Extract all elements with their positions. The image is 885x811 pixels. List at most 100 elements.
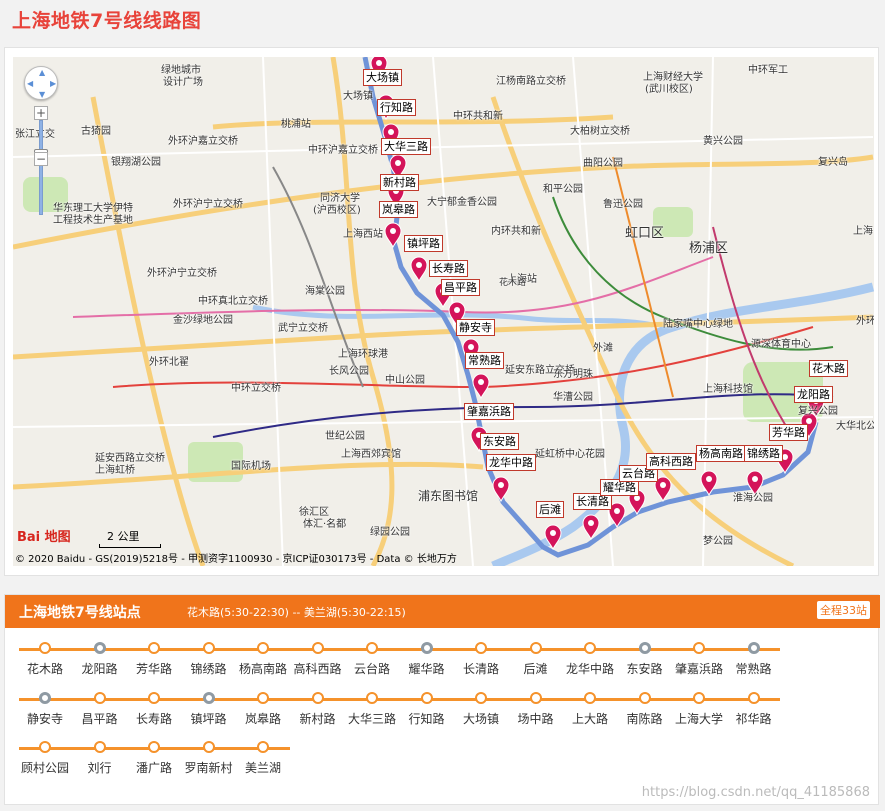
station-item[interactable]: 祁华路 xyxy=(724,692,784,727)
station-item[interactable]: 新村路 xyxy=(288,692,348,727)
station-label-longyanglu[interactable]: 龙阳路 xyxy=(794,386,833,403)
place-label: 上海虹桥 xyxy=(95,465,135,476)
place-label: (沪西校区) xyxy=(313,205,361,216)
station-dot-icon xyxy=(529,642,542,654)
station-marker-icon[interactable] xyxy=(582,514,600,541)
pan-up-icon[interactable]: ▲ xyxy=(39,68,45,77)
station-label-langaolu[interactable]: 岚皋路 xyxy=(379,201,418,218)
station-name: 云台路 xyxy=(353,662,390,676)
station-name: 长寿路 xyxy=(135,712,172,726)
station-marker-icon[interactable] xyxy=(384,222,402,249)
place-label: 古猗园 xyxy=(81,126,111,137)
station-dot-icon xyxy=(148,741,160,753)
place-label: 华漕公园 xyxy=(553,392,593,403)
stations-header: 上海地铁7号线站点 花木路(5:30-22:30) -- 美兰湖(5:30-22… xyxy=(5,595,880,628)
zoom-out-button[interactable]: − xyxy=(34,152,48,166)
station-label-changshulu[interactable]: 常熟路 xyxy=(465,352,504,369)
station-label-donganlu[interactable]: 东安路 xyxy=(480,433,519,450)
place-label: 梦公园 xyxy=(703,536,733,547)
station-item[interactable]: 昌平路 xyxy=(70,692,130,727)
station-item[interactable]: 高科西路 xyxy=(288,642,348,677)
station-label-dahuasanlu[interactable]: 大华三路 xyxy=(381,138,431,155)
place-label: 大宁郁金香公园 xyxy=(427,197,497,208)
pan-left-icon[interactable]: ◀ xyxy=(27,79,33,88)
station-item[interactable]: 刘行 xyxy=(70,741,130,776)
station-item[interactable]: 顾村公园 xyxy=(15,741,75,776)
station-name: 潘广路 xyxy=(135,761,172,775)
station-item[interactable]: 上大路 xyxy=(560,692,620,727)
place-label: 金沙绿地公园 xyxy=(173,315,233,326)
station-label-changshoulu[interactable]: 长寿路 xyxy=(429,260,468,277)
station-marker-dot xyxy=(478,379,484,385)
pan-right-icon[interactable]: ▶ xyxy=(50,79,56,88)
pan-control[interactable]: ▲ ▼ ◀ ▶ xyxy=(24,66,58,100)
station-name: 常熟路 xyxy=(735,662,772,676)
station-item[interactable]: 南陈路 xyxy=(615,692,675,727)
station-dot-icon xyxy=(475,692,487,704)
station-label-houtan[interactable]: 后滩 xyxy=(536,501,564,518)
station-item[interactable]: 后滩 xyxy=(506,642,566,677)
station-item[interactable]: 岚皋路 xyxy=(233,692,293,727)
station-item[interactable]: 肇嘉浜路 xyxy=(669,642,729,677)
place-label: 大场镇 xyxy=(343,91,373,102)
station-label-huamulu[interactable]: 花木路 xyxy=(809,360,848,377)
station-item[interactable]: 长寿路 xyxy=(124,692,184,727)
station-item[interactable]: 静安寺 xyxy=(15,692,75,727)
station-label-jinxiulu[interactable]: 锦绣路 xyxy=(744,445,783,462)
station-label-dachangzhen[interactable]: 大场镇 xyxy=(363,69,402,86)
station-marker-dot xyxy=(498,482,504,488)
zoom-slider[interactable] xyxy=(39,120,43,215)
station-label-gaokexilu[interactable]: 高科西路 xyxy=(646,453,696,470)
station-item[interactable]: 耀华路 xyxy=(397,642,457,677)
station-item[interactable]: 场中路 xyxy=(506,692,566,727)
station-label-xincunlu[interactable]: 新村路 xyxy=(380,174,419,191)
map-view[interactable]: 绿地城市 设计广场 大场镇 江杨南路立交桥 上海财经大学 (武川校区) 中环军工… xyxy=(13,57,874,566)
station-item[interactable]: 杨高南路 xyxy=(233,642,293,677)
station-label-zhenpinglu[interactable]: 镇坪路 xyxy=(404,235,443,252)
station-item[interactable]: 龙阳路 xyxy=(70,642,130,677)
station-item[interactable]: 东安路 xyxy=(615,642,675,677)
station-name: 静安寺 xyxy=(26,712,63,726)
place-label: 中环真北立交桥 xyxy=(198,296,268,307)
station-label-yanggaonanlu[interactable]: 杨高南路 xyxy=(696,445,746,462)
station-item[interactable]: 大场镇 xyxy=(451,692,511,727)
scale-bar xyxy=(99,544,161,548)
station-item[interactable]: 龙华中路 xyxy=(560,642,620,677)
zoom-in-button[interactable]: + xyxy=(34,106,48,120)
place-label: 中环沪嘉立交桥 xyxy=(308,145,378,156)
station-name: 花木路 xyxy=(26,662,63,676)
station-item[interactable]: 芳华路 xyxy=(124,642,184,677)
station-item[interactable]: 大华三路 xyxy=(342,692,402,727)
station-item[interactable]: 美兰湖 xyxy=(233,741,293,776)
station-label-longhuazhonglu[interactable]: 龙华中路 xyxy=(486,454,536,471)
station-item[interactable]: 云台路 xyxy=(342,642,402,677)
station-label-fanghualu[interactable]: 芳华路 xyxy=(769,424,808,441)
station-label-xingzhilu[interactable]: 行知路 xyxy=(377,99,416,116)
station-item[interactable]: 锦绣路 xyxy=(179,642,239,677)
transfer-station-icon xyxy=(93,642,106,654)
station-item[interactable]: 潘广路 xyxy=(124,741,184,776)
station-item[interactable]: 上海大学 xyxy=(669,692,729,727)
station-marker-icon[interactable] xyxy=(492,476,510,503)
station-dot-icon xyxy=(257,642,269,654)
station-label-jingansi[interactable]: 静安寺 xyxy=(456,319,495,336)
place-label: 陆家嘴中心绿地 xyxy=(663,319,733,330)
station-item[interactable]: 行知路 xyxy=(397,692,457,727)
place-label: 大华北公园 xyxy=(836,421,874,432)
station-item[interactable]: 长清路 xyxy=(451,642,511,677)
station-item[interactable]: 罗南新村 xyxy=(179,741,239,776)
station-item[interactable]: 镇坪路 xyxy=(179,692,239,727)
service-hours: 花木路(5:30-22:30) -- 美兰湖(5:30-22:15) xyxy=(187,606,406,619)
station-dot-icon xyxy=(257,692,269,704)
place-label: 长风公园 xyxy=(329,366,369,377)
station-label-changpinglu[interactable]: 昌平路 xyxy=(441,279,480,296)
watermark: https://blog.csdn.net/qq_41185868 xyxy=(641,785,870,800)
station-dot-icon xyxy=(475,642,487,654)
station-label-zhaojiabanglu[interactable]: 肇嘉浜路 xyxy=(464,403,514,420)
pan-down-icon[interactable]: ▼ xyxy=(39,90,45,99)
station-item[interactable]: 常熟路 xyxy=(724,642,784,677)
transfer-station-icon xyxy=(638,642,651,654)
station-marker-dot xyxy=(416,262,422,268)
station-marker-icon[interactable] xyxy=(410,256,428,283)
station-item[interactable]: 花木路 xyxy=(15,642,75,677)
